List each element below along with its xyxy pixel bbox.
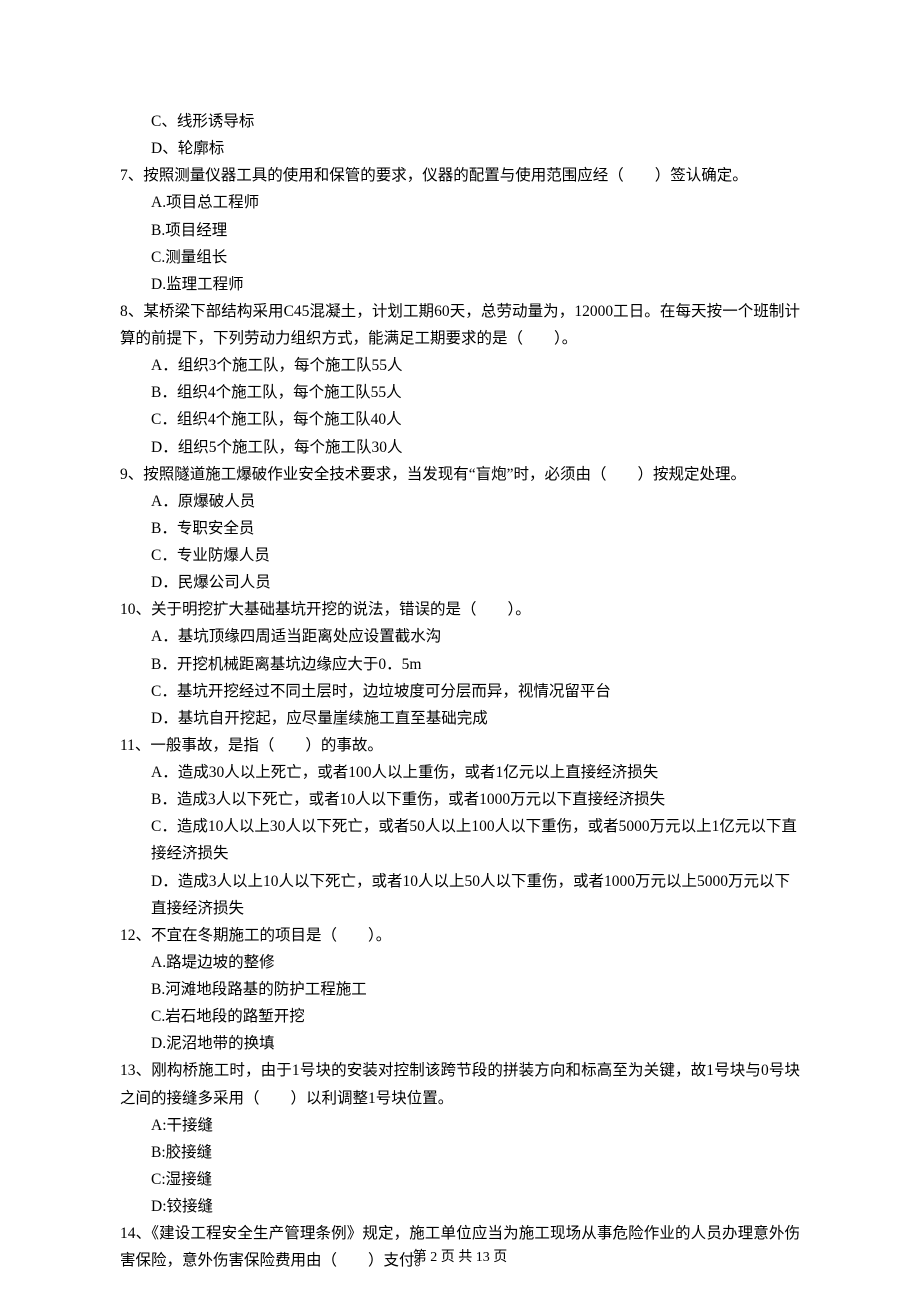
option-d: D．组织5个施工队，每个施工队30人 xyxy=(120,434,800,461)
option-b: B:胶接缝 xyxy=(120,1139,800,1166)
question-11: 11、一般事故，是指（ ）的事故。 A．造成30人以上死亡，或者100人以上重伤… xyxy=(120,732,800,922)
option-d: D．民爆公司人员 xyxy=(120,569,800,596)
question-8: 8、某桥梁下部结构采用C45混凝土，计划工期60天，总劳动量为，12000工日。… xyxy=(120,298,800,461)
option-a: A．基坑顶缘四周适当距离处应设置截水沟 xyxy=(120,623,800,650)
option-a: A:干接缝 xyxy=(120,1112,800,1139)
option-c: C、线形诱导标 xyxy=(120,108,800,135)
question-12: 12、不宜在冬期施工的项目是（ ）。 A.路堤边坡的整修 B.河滩地段路基的防护… xyxy=(120,922,800,1058)
question-stem: 11、一般事故，是指（ ）的事故。 xyxy=(120,732,800,759)
question-stem: 10、关于明挖扩大基础基坑开挖的说法，错误的是（ ）。 xyxy=(120,596,800,623)
option-b: B．开挖机械距离基坑边缘应大于0．5m xyxy=(120,651,800,678)
question-10: 10、关于明挖扩大基础基坑开挖的说法，错误的是（ ）。 A．基坑顶缘四周适当距离… xyxy=(120,596,800,732)
option-b: B．组织4个施工队，每个施工队55人 xyxy=(120,379,800,406)
question-7: 7、按照测量仪器工具的使用和保管的要求，仪器的配置与使用范围应经（ ）签认确定。… xyxy=(120,162,800,298)
option-a: A．原爆破人员 xyxy=(120,488,800,515)
option-c: C.测量组长 xyxy=(120,244,800,271)
option-d: D.监理工程师 xyxy=(120,271,800,298)
option-d: D.泥沼地带的换填 xyxy=(120,1030,800,1057)
option-d: D、轮廓标 xyxy=(120,135,800,162)
option-d: D:铰接缝 xyxy=(120,1193,800,1220)
option-c: C．组织4个施工队，每个施工队40人 xyxy=(120,406,800,433)
option-a: A.路堤边坡的整修 xyxy=(120,949,800,976)
option-c: C:湿接缝 xyxy=(120,1166,800,1193)
question-stem: 9、按照隧道施工爆破作业安全技术要求，当发现有“盲炮”时，必须由（ ）按规定处理… xyxy=(120,461,800,488)
question-13: 13、刚构桥施工时，由于1号块的安装对控制该跨节段的拼装方向和标高至为关键，故1… xyxy=(120,1057,800,1220)
page-footer: 第 2 页 共 13 页 xyxy=(0,1246,920,1271)
question-stem: 13、刚构桥施工时，由于1号块的安装对控制该跨节段的拼装方向和标高至为关键，故1… xyxy=(120,1057,800,1111)
question-6-tail: C、线形诱导标 D、轮廓标 xyxy=(120,108,800,162)
option-c: C.岩石地段的路堑开挖 xyxy=(120,1003,800,1030)
option-d: D．基坑自开挖起，应尽量崖续施工直至基础完成 xyxy=(120,705,800,732)
option-b: B.河滩地段路基的防护工程施工 xyxy=(120,976,800,1003)
question-9: 9、按照隧道施工爆破作业安全技术要求，当发现有“盲炮”时，必须由（ ）按规定处理… xyxy=(120,461,800,597)
option-a: A.项目总工程师 xyxy=(120,189,800,216)
option-c: C．造成10人以上30人以下死亡，或者50人以上100人以下重伤，或者5000万… xyxy=(120,813,800,867)
option-b: B．造成3人以下死亡，或者10人以下重伤，或者1000万元以下直接经济损失 xyxy=(120,786,800,813)
question-stem: 7、按照测量仪器工具的使用和保管的要求，仪器的配置与使用范围应经（ ）签认确定。 xyxy=(120,162,800,189)
question-stem: 8、某桥梁下部结构采用C45混凝土，计划工期60天，总劳动量为，12000工日。… xyxy=(120,298,800,352)
question-stem: 12、不宜在冬期施工的项目是（ ）。 xyxy=(120,922,800,949)
option-b: B．专职安全员 xyxy=(120,515,800,542)
option-c: C．专业防爆人员 xyxy=(120,542,800,569)
option-d: D．造成3人以上10人以下死亡，或者10人以上50人以下重伤，或者1000万元以… xyxy=(120,868,800,922)
document-page: C、线形诱导标 D、轮廓标 7、按照测量仪器工具的使用和保管的要求，仪器的配置与… xyxy=(0,0,920,1314)
option-b: B.项目经理 xyxy=(120,217,800,244)
option-c: C．基坑开挖经过不同土层时，边垃坡度可分层而异，视情况留平台 xyxy=(120,678,800,705)
option-a: A．造成30人以上死亡，或者100人以上重伤，或者1亿元以上直接经济损失 xyxy=(120,759,800,786)
option-a: A．组织3个施工队，每个施工队55人 xyxy=(120,352,800,379)
